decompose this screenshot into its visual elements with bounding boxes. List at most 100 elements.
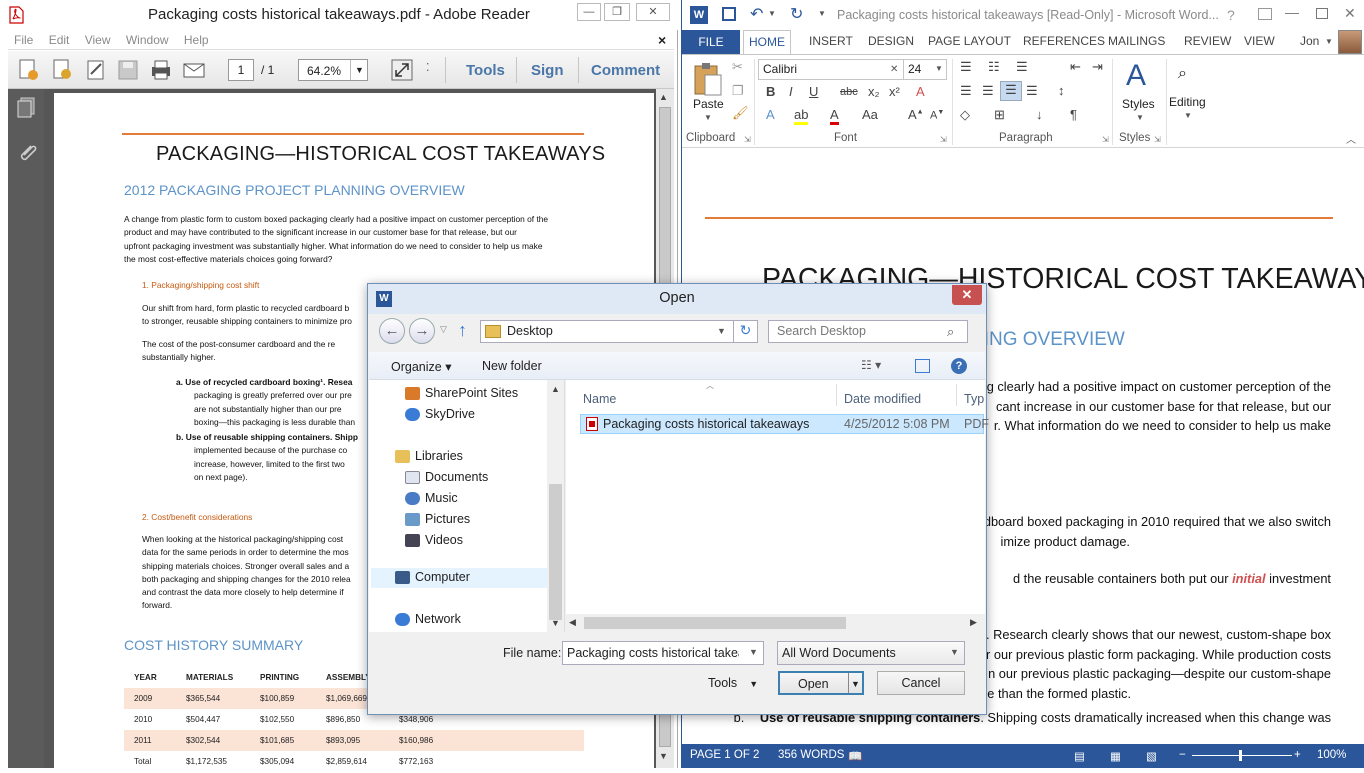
list-item[interactable]: Packaging costs historical takeaways 4/2… [580,414,989,434]
tab-page-layout[interactable]: PAGE LAYOUT [928,34,1011,48]
forward-button[interactable]: → [409,318,435,344]
sign-pane-button[interactable]: Sign [531,62,564,79]
file-list-horizontal-scrollbar[interactable]: ◀ ▶ [566,614,985,632]
bold-icon[interactable]: B [766,84,775,99]
font-color-icon[interactable]: A [830,107,839,125]
tools-dropdown-icon[interactable]: ▼ [749,679,758,689]
customize-qat-icon[interactable]: ▼ [818,9,826,18]
subscript-icon[interactable]: x₂ [868,84,880,99]
page-thumbnails-icon[interactable] [16,97,36,119]
align-right-icon[interactable]: ☰ [1000,81,1022,101]
scroll-thumb[interactable] [584,617,846,629]
nav-computer[interactable]: Computer [395,570,470,584]
font-size-dropdown-icon[interactable]: ▼ [935,64,943,73]
close-window-button[interactable]: ✕ [1344,5,1356,22]
text-effects-icon[interactable]: A [766,107,775,122]
new-folder-button[interactable]: New folder [482,359,542,373]
avatar[interactable] [1338,30,1362,54]
scroll-up-icon[interactable]: ▲ [551,384,560,394]
user-dropdown-icon[interactable]: ▼ [1325,37,1333,46]
binoculars-icon[interactable]: ⌕ [1178,65,1187,83]
dialog-launcher-icon[interactable]: ⇲ [1102,135,1109,144]
edit-icon[interactable] [50,58,74,82]
nav-videos[interactable]: Videos [405,533,463,547]
user-name[interactable]: Jon [1300,34,1319,48]
back-button[interactable]: ← [379,318,405,344]
dialog-launcher-icon[interactable]: ⇲ [1154,135,1161,144]
underline-icon[interactable]: U [809,84,818,99]
comment-pane-button[interactable]: Comment [591,62,660,79]
create-pdf-icon[interactable] [16,58,40,82]
paste-button[interactable]: Paste [693,97,724,111]
file-name-input[interactable]: Packaging costs historical takeaways ▼ [562,641,764,665]
column-header-type[interactable]: Typ [964,392,984,406]
search-input[interactable]: Search Desktop ⌕ [768,320,968,343]
sort-icon[interactable]: ↓ [1036,107,1043,122]
address-bar[interactable]: Desktop ▼ ↻ [480,320,758,343]
styles-dropdown-icon[interactable]: ▼ [1136,113,1144,122]
menu-edit[interactable]: Edit [49,30,70,50]
decrease-indent-icon[interactable]: ⇤ [1070,59,1081,75]
sign-edit-icon[interactable] [84,58,108,82]
editing-dropdown-icon[interactable]: ▼ [1184,111,1192,120]
minimize-button[interactable]: — [1285,4,1299,20]
nav-sharepoint-sites[interactable]: SharePoint Sites [405,386,518,400]
open-dropdown-icon[interactable]: ▼ [848,673,862,693]
align-center-icon[interactable]: ☰ [982,83,994,99]
attachments-icon[interactable] [16,141,38,163]
zoom-level[interactable]: 100% [1317,749,1346,761]
search-icon[interactable]: ⌕ [947,321,954,342]
justify-icon[interactable]: ☰ [1026,83,1038,99]
tools-pane-button[interactable]: Tools [466,62,505,79]
increase-indent-icon[interactable]: ⇥ [1092,59,1103,75]
column-header-name[interactable]: Name [583,392,616,406]
refresh-icon[interactable]: ↻ [733,320,757,343]
cut-icon[interactable]: ✂ [732,59,743,75]
multilevel-list-icon[interactable]: ☰ [1016,59,1028,75]
organize-button[interactable]: Organize ▾ [391,359,451,374]
save-icon[interactable] [722,7,736,21]
show-formatting-icon[interactable]: ¶ [1070,107,1077,122]
zoom-dropdown-icon[interactable]: ▼ [350,60,368,80]
redo-icon[interactable]: ↻ [790,4,803,24]
page-count[interactable]: PAGE 1 OF 2 [690,749,759,761]
close-window-button[interactable]: ✕ [636,3,670,21]
styles-button[interactable]: Styles [1122,97,1155,111]
zoom-slider[interactable] [1192,755,1292,756]
web-layout-icon[interactable]: ▧ [1146,749,1157,763]
save-icon[interactable] [116,58,140,82]
superscript-icon[interactable]: x² [889,84,900,99]
collapse-ribbon-icon[interactable]: ︿ [1346,131,1356,146]
up-folder-icon[interactable]: ↑ [458,320,467,341]
tools-button[interactable]: Tools ▼ [708,676,758,690]
undo-icon[interactable]: ↶ [750,4,763,24]
font-name-select[interactable]: Calibri [758,59,904,80]
bullets-icon[interactable]: ☰ [960,59,972,75]
numbering-icon[interactable]: ☷ [988,59,1000,75]
menu-window[interactable]: Window [126,30,169,50]
scroll-down-icon[interactable]: ▼ [659,751,668,761]
help-icon[interactable]: ? [951,358,967,374]
zoom-slider-thumb[interactable] [1239,750,1242,761]
zoom-in-icon[interactable]: + [1294,749,1301,761]
align-left-icon[interactable]: ☰ [960,83,972,99]
maximize-button[interactable] [1316,8,1328,19]
editing-button[interactable]: Editing [1169,95,1206,109]
proofing-icon[interactable]: 📖 [848,749,862,763]
change-view-icon[interactable]: ☷ ▾ [861,358,881,372]
nav-documents[interactable]: Documents [405,470,488,484]
tab-design[interactable]: DESIGN [868,34,914,48]
tab-file[interactable]: FILE [682,30,740,54]
scroll-thumb[interactable] [549,484,562,620]
paste-icon[interactable] [692,61,724,97]
nav-skydrive[interactable]: SkyDrive [405,407,475,421]
column-header-date[interactable]: Date modified [844,392,921,406]
zoom-out-icon[interactable]: − [1179,749,1186,761]
fit-page-icon[interactable] [390,58,414,82]
maximize-button[interactable]: ❐ [604,3,630,21]
nav-libraries[interactable]: Libraries [395,449,463,463]
scroll-down-icon[interactable]: ▼ [551,618,560,628]
tab-insert[interactable]: INSERT [809,34,853,48]
clear-formatting-icon[interactable]: A [916,84,925,99]
italic-icon[interactable]: I [789,84,793,99]
